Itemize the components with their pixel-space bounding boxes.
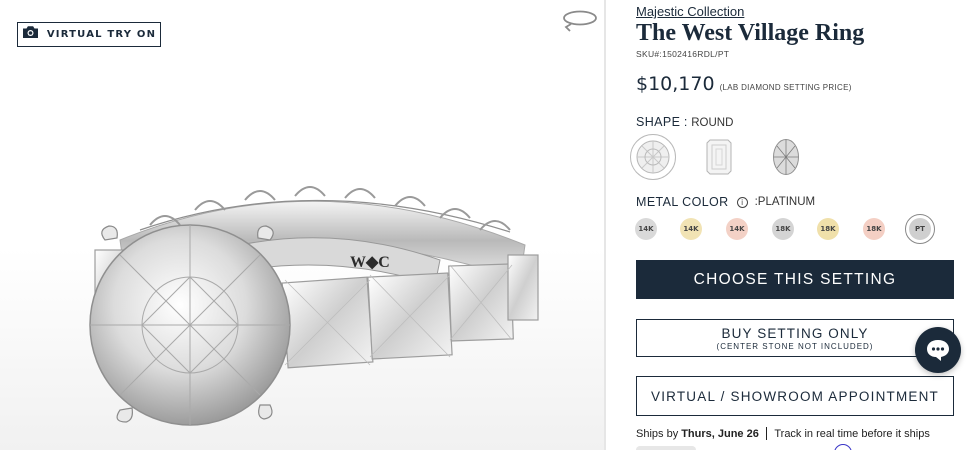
metal-swatch-14k-white[interactable]: 14K bbox=[635, 218, 657, 240]
metal-swatch-14k-yellow[interactable]: 14K bbox=[680, 218, 702, 240]
product-details: Majestic Collection The West Village Rin… bbox=[630, 0, 966, 450]
shipping-info: Ships by Thurs, June 26 Track in real ti… bbox=[636, 427, 930, 440]
metal-heading: METAL COLOR i :PLATINUM bbox=[636, 195, 815, 209]
partial-element bbox=[636, 446, 696, 450]
rotate-360-icon[interactable] bbox=[561, 8, 599, 34]
partial-circle bbox=[834, 444, 852, 450]
buy-setting-only-label: BUY SETTING ONLY bbox=[721, 325, 869, 341]
price-row: $10,170 (LAB DIAMOND SETTING PRICE) bbox=[636, 73, 852, 95]
engraving-text: W◆C bbox=[350, 254, 390, 271]
price-note: (LAB DIAMOND SETTING PRICE) bbox=[719, 83, 852, 92]
virtual-try-on-button[interactable]: VIRTUAL TRY ON bbox=[17, 22, 161, 47]
shape-option-round[interactable] bbox=[630, 134, 676, 180]
product-price: $10,170 bbox=[636, 73, 715, 95]
shape-option-emerald[interactable] bbox=[696, 134, 742, 180]
metal-selected-value: :PLATINUM bbox=[754, 196, 816, 208]
metal-swatch-14k-rose[interactable]: 14K bbox=[726, 218, 748, 240]
product-title: The West Village Ring bbox=[636, 20, 865, 46]
tracking-note: Track in real time before it ships bbox=[774, 427, 930, 440]
chat-icon bbox=[927, 340, 949, 361]
shape-option-oval[interactable] bbox=[763, 134, 809, 180]
buy-setting-only-button[interactable]: BUY SETTING ONLY (CENTER STONE NOT INCLU… bbox=[636, 319, 954, 357]
camera-icon bbox=[22, 25, 39, 44]
round-diamond-icon bbox=[636, 140, 670, 174]
product-sku: SKU#:1502416RDL/PT bbox=[636, 49, 730, 59]
virtual-try-on-label: VIRTUAL TRY ON bbox=[46, 29, 157, 40]
panel-divider bbox=[604, 0, 606, 450]
chat-button[interactable] bbox=[915, 327, 961, 373]
shipping-separator bbox=[765, 427, 768, 440]
info-icon[interactable]: i bbox=[736, 196, 748, 208]
collection-link[interactable]: Majestic Collection bbox=[636, 4, 744, 19]
ring-image: W◆C bbox=[89, 186, 539, 426]
metal-swatch-platinum[interactable]: PT bbox=[909, 218, 931, 240]
shape-heading: SHAPE : ROUND bbox=[636, 115, 733, 129]
shape-separator: : bbox=[683, 115, 688, 129]
metal-label: METAL COLOR bbox=[636, 195, 729, 209]
emerald-diamond-icon bbox=[706, 139, 732, 175]
appointment-button[interactable]: VIRTUAL / SHOWROOM APPOINTMENT bbox=[636, 376, 954, 416]
metal-swatch-18k-white[interactable]: 18K bbox=[772, 218, 794, 240]
choose-this-setting-button[interactable]: CHOOSE THIS SETTING bbox=[636, 260, 954, 299]
ships-by-label: Ships by bbox=[636, 427, 679, 440]
metal-swatch-18k-yellow[interactable]: 18K bbox=[817, 218, 839, 240]
metal-swatch-18k-rose[interactable]: 18K bbox=[863, 218, 885, 240]
product-gallery: VIRTUAL TRY ON W◆C bbox=[0, 0, 604, 450]
oval-diamond-icon bbox=[773, 139, 799, 175]
shape-label: SHAPE bbox=[636, 115, 681, 129]
ship-date: Thurs, June 26 bbox=[681, 427, 759, 440]
center-stone-note: (CENTER STONE NOT INCLUDED) bbox=[716, 341, 874, 351]
shape-selected-value: ROUND bbox=[691, 117, 734, 129]
